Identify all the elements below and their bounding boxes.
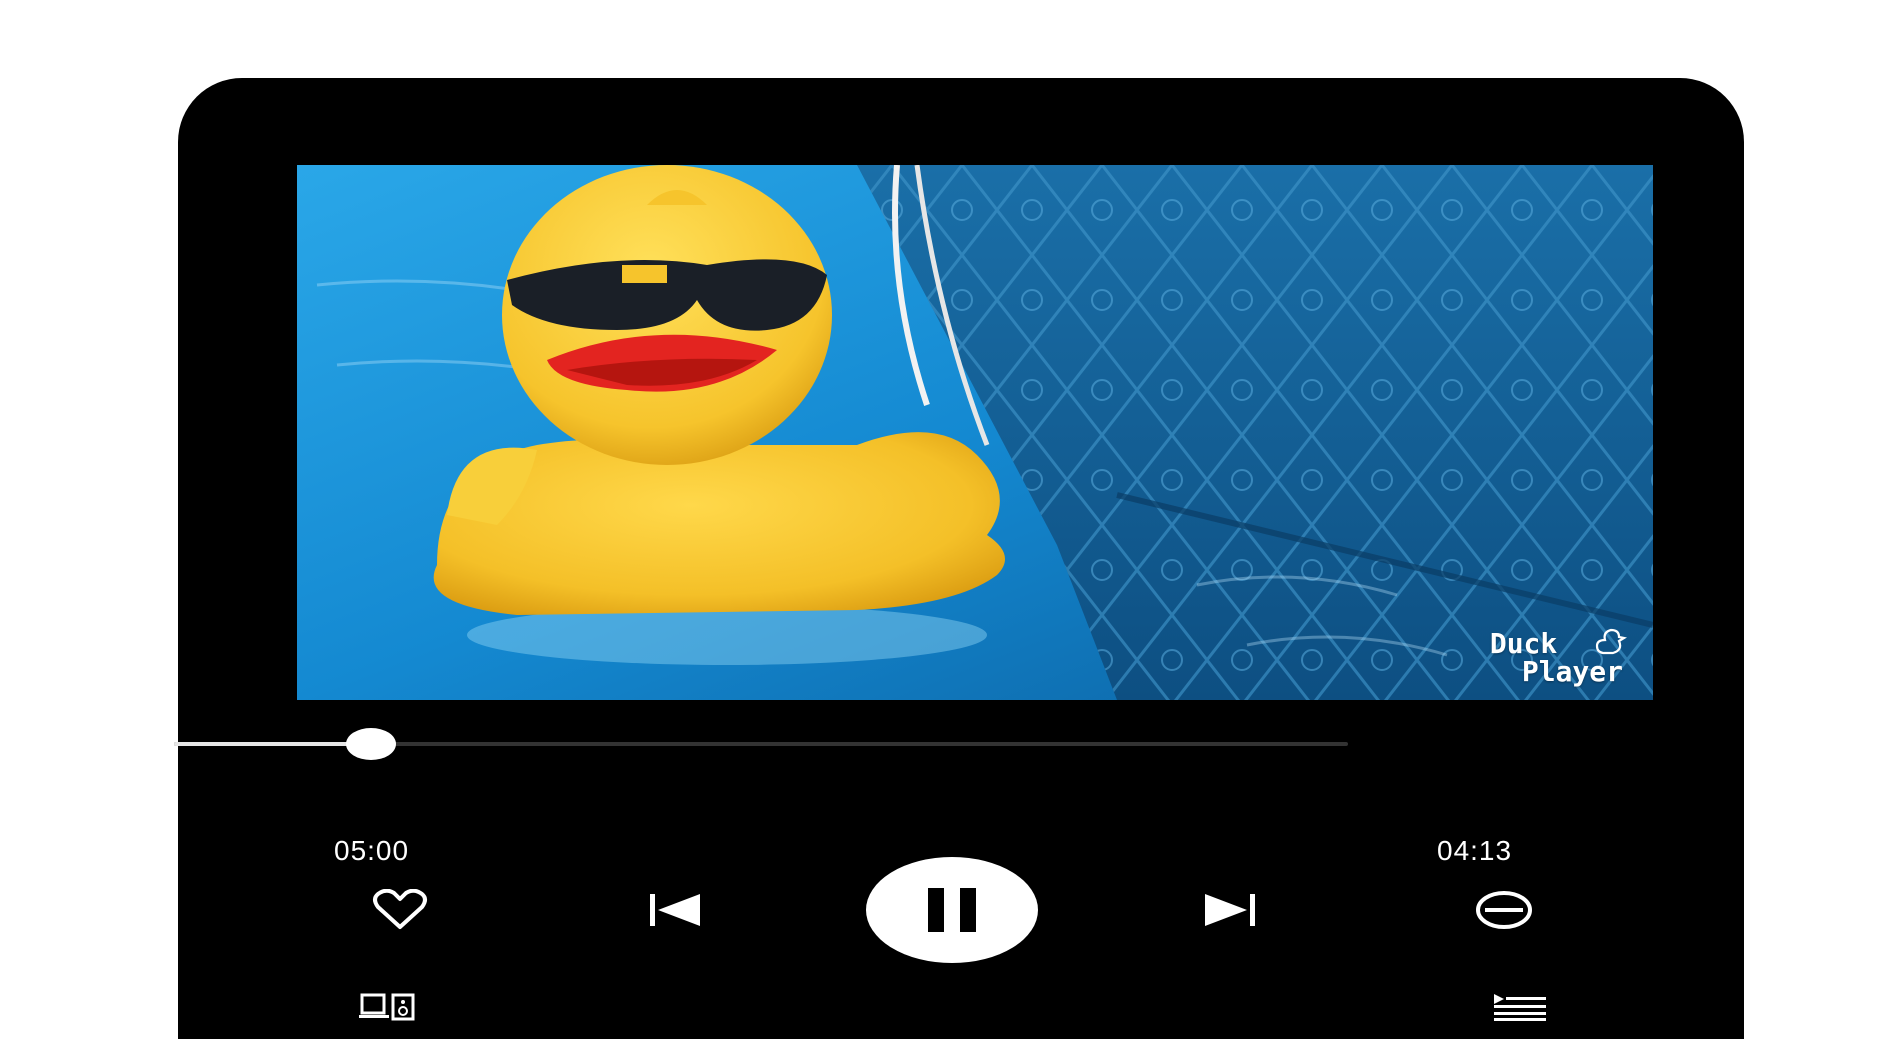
watermark-line2: Player <box>1521 655 1623 688</box>
progress-thumb[interactable] <box>346 728 397 760</box>
video-thumbnail-image <box>297 165 1653 700</box>
duck-logo-icon <box>1595 628 1627 655</box>
heart-icon <box>373 889 427 929</box>
progress-fill <box>174 742 372 746</box>
devices-icon <box>359 993 415 1021</box>
like-button[interactable] <box>370 885 430 935</box>
queue-button[interactable] <box>1490 990 1550 1024</box>
queue-icon <box>1494 994 1546 1021</box>
previous-button[interactable] <box>645 885 705 935</box>
remaining-time: 04:13 <box>1437 835 1513 866</box>
progress-slider[interactable] <box>174 728 1348 760</box>
video-frame[interactable]: Duck Player <box>297 165 1653 700</box>
skip-next-icon <box>1205 894 1255 926</box>
pause-button[interactable] <box>866 857 1038 963</box>
pause-icon <box>928 888 976 932</box>
remove-button[interactable] <box>1474 885 1534 935</box>
elapsed-time: 05:00 <box>334 835 410 866</box>
devices-button[interactable] <box>358 990 418 1024</box>
next-button[interactable] <box>1200 885 1260 935</box>
minus-circle-icon <box>1476 891 1532 929</box>
skip-previous-icon <box>650 894 700 926</box>
duck-player-watermark: Duck Player <box>1490 628 1627 688</box>
